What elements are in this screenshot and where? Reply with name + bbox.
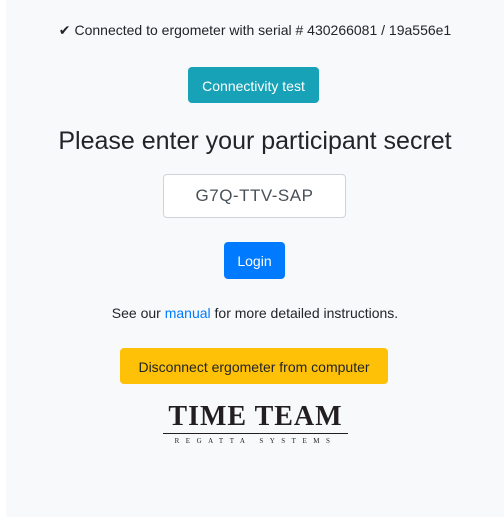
page-title: Please enter your participant secret <box>58 127 452 155</box>
check-icon: ✔ <box>58 22 71 38</box>
logo-divider <box>163 433 348 434</box>
manual-hint-suffix: for more detailed instructions. <box>214 305 399 321</box>
login-button[interactable]: Login <box>224 242 285 279</box>
manual-hint: See our manual for more detailed instruc… <box>6 305 504 321</box>
connection-status: ✔ Connected to ergometer with serial # 43… <box>6 22 504 39</box>
time-team-logo: TIME TEAM REGATTA SYSTEMS <box>163 402 348 450</box>
connectivity-test-button[interactable]: Connectivity test <box>188 67 319 103</box>
logo-subtitle: REGATTA SYSTEMS <box>174 437 337 445</box>
login-panel: ✔ Connected to ergometer with serial # 43… <box>6 0 504 517</box>
manual-link[interactable]: manual <box>165 305 211 321</box>
manual-hint-prefix: See our <box>111 305 161 321</box>
logo-title: TIME TEAM <box>168 401 343 432</box>
connection-status-text: Connected to ergometer with serial # 430… <box>74 22 452 38</box>
disconnect-ergometer-button[interactable]: Disconnect ergometer from computer <box>120 348 388 384</box>
participant-secret-input[interactable] <box>163 174 346 218</box>
